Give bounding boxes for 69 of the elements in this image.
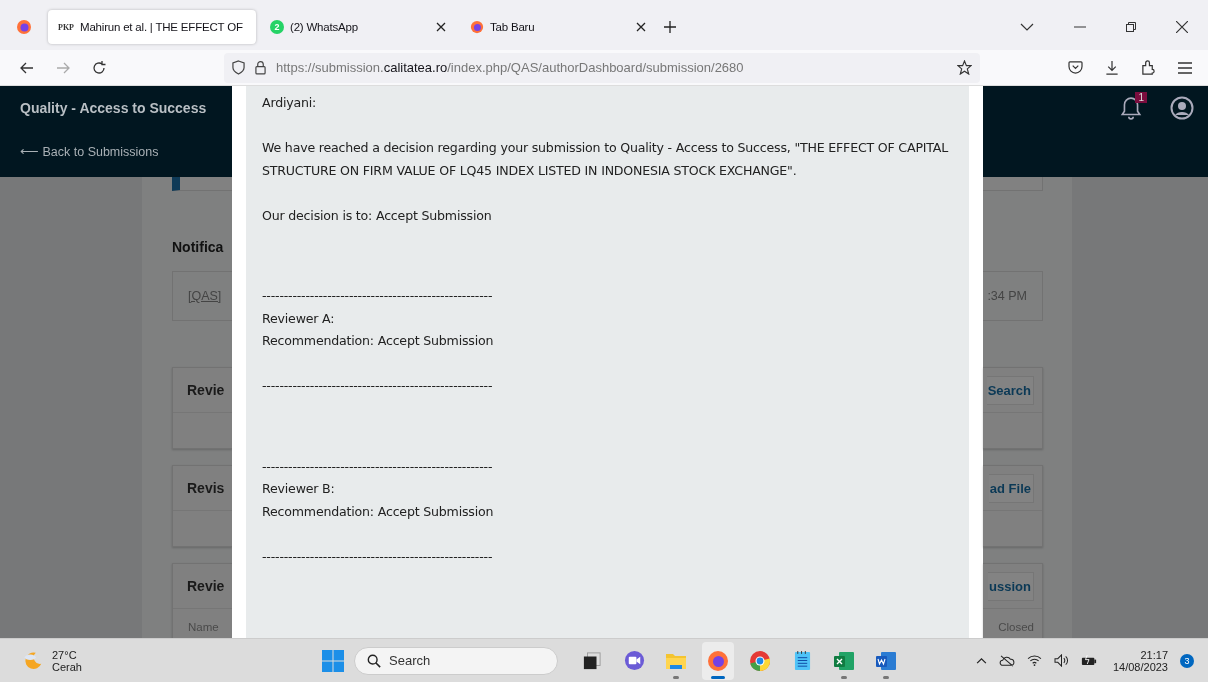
badge-count: 2 — [270, 20, 284, 34]
extensions-icon[interactable] — [1141, 60, 1156, 75]
close-icon[interactable] — [1176, 21, 1188, 33]
back-arrow-icon[interactable] — [20, 61, 34, 74]
cloud-off-icon[interactable] — [998, 654, 1015, 667]
weather-condition: Cerah — [52, 660, 82, 673]
message-text: Reviewer A: — [262, 309, 336, 328]
message-text: Recommendation: Accept Submission — [262, 502, 495, 521]
temperature-text: 27°C — [52, 648, 78, 661]
search-icon — [367, 653, 381, 668]
chevron-up-icon[interactable] — [975, 657, 987, 664]
user-avatar-icon[interactable] — [1170, 96, 1194, 120]
browser-tab[interactable]: Tab Baru — [460, 10, 656, 44]
clock[interactable]: 21:17 14/08/2023 — [1112, 648, 1168, 673]
notepad-icon — [793, 650, 811, 671]
browser-tab[interactable]: 2 (2) WhatsApp — [260, 10, 456, 44]
battery-charging-icon[interactable] — [1080, 655, 1097, 666]
url-text: https://submission.calitatea.ro/index.php/QAS/authorDashboard/submission/2680 — [276, 60, 744, 75]
message-text: Reviewer B: — [262, 480, 336, 498]
task-view-icon — [583, 651, 601, 670]
star-icon[interactable] — [957, 60, 972, 75]
spreadsheet-icon — [833, 650, 855, 671]
message-text: Ardiyani: — [262, 94, 318, 112]
close-icon[interactable] — [436, 22, 446, 32]
download-icon[interactable] — [1105, 60, 1119, 75]
panel-title: Revie — [187, 578, 225, 594]
panel-title: Revis — [187, 480, 225, 496]
site-logo: PKP — [58, 22, 74, 32]
pocket-icon[interactable] — [1068, 61, 1083, 74]
wifi-icon[interactable] — [1026, 655, 1042, 666]
close-icon[interactable] — [636, 22, 646, 32]
chrome-icon — [749, 649, 771, 672]
notification-time: :34 PM — [987, 289, 1027, 303]
menu-icon[interactable] — [1178, 61, 1192, 74]
notification-badge: 1 — [1135, 92, 1147, 103]
site-title[interactable]: Quality - Access to Success — [20, 100, 232, 116]
shield-icon[interactable] — [232, 60, 245, 75]
restore-icon[interactable] — [1126, 22, 1136, 32]
search-field[interactable]: Search — [354, 646, 558, 675]
date-text: 14/08/2023 — [1112, 660, 1168, 673]
panel-title: Revie — [187, 382, 225, 398]
lock-icon[interactable] — [255, 60, 266, 75]
browser-tab[interactable]: PKP Mahirun et al. | THE EFFECT OF — [48, 10, 256, 44]
back-link[interactable]: ⟵ Back to Submissions — [20, 144, 232, 159]
running-indicator — [883, 675, 889, 679]
document-icon — [875, 650, 897, 671]
message-text: ----------------------------------------------------- — [262, 547, 494, 566]
running-indicator — [711, 675, 725, 679]
firefox-icon — [470, 20, 484, 34]
message-text: Recommendation: Accept Submission — [262, 332, 495, 350]
message-text: ----------------------------------------------------- — [262, 377, 494, 395]
notification-badge[interactable]: 3 — [1180, 653, 1194, 668]
chevron-down-icon[interactable] — [1020, 23, 1034, 31]
video-chat-icon — [623, 650, 645, 671]
message-text: ----------------------------------------------------- — [262, 287, 494, 305]
speaker-icon[interactable] — [1053, 654, 1069, 667]
firefox-icon[interactable] — [16, 19, 32, 35]
message-text: We have reached a decision regarding your submission to Quality - Access to Success, "THE EFFECT OF CAPITAL STRUCTURE ON FIRM VALUE OF LQ45 INDEX LISTED IN INDONESIA STOCK EXCHANGE". — [262, 139, 950, 180]
time-text: 21:17 — [1140, 648, 1168, 661]
message-text: ----------------------------------------------------- — [262, 457, 494, 476]
search-placeholder: Search — [389, 653, 431, 668]
firefox-icon — [707, 649, 729, 672]
section-heading: Notifica — [172, 239, 225, 257]
new-tab-icon[interactable] — [664, 21, 676, 33]
reload-icon[interactable] — [92, 60, 106, 75]
address-bar[interactable]: https://submission.calitatea.ro/index.php/QAS/authorDashboard/submission/2680 — [224, 52, 980, 83]
running-indicator — [841, 675, 847, 679]
message-text: Our decision is to: Accept Submission — [262, 206, 493, 225]
running-indicator — [673, 675, 679, 679]
